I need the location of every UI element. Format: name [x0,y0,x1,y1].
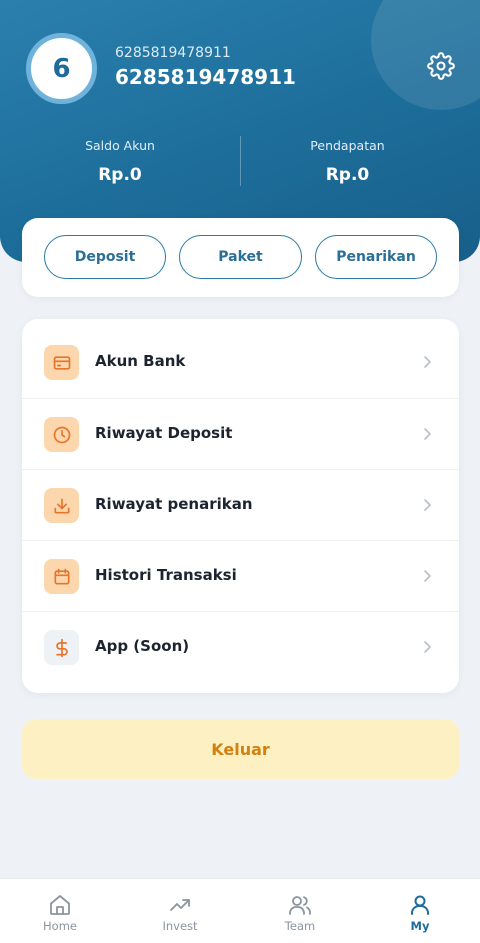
menu-icon-box [44,417,79,452]
users-icon [289,896,311,915]
menu-list: Akun Bank Riwayat Deposit Riwayat penari… [22,319,459,693]
chevron-right-icon [424,428,431,440]
menu-icon-box [44,488,79,523]
chevron-right-icon [424,641,431,653]
tab-invest[interactable]: Invest [120,879,240,943]
menu-item-label: Riwayat Deposit [95,424,233,442]
dollar-icon [55,638,68,657]
logout-button[interactable]: Keluar [22,719,459,779]
calendar-icon [54,568,69,584]
income-label: Pendapatan [310,138,385,153]
menu-icon-box [44,559,79,594]
user-phone-secondary: 6285819478911 [115,45,231,61]
tab-my[interactable]: My [360,879,480,943]
menu-icon-box [44,345,79,380]
menu-item-label: Histori Transaksi [95,566,237,584]
penarikan-button[interactable]: Penarikan [315,235,437,279]
balance-value: Rp.0 [98,165,142,185]
menu-item-label: Riwayat penarikan [95,495,253,513]
avatar[interactable]: 6 [26,33,97,104]
bottom-tab-bar: Home Invest Team My [0,878,480,943]
menu-item-histori-transaksi[interactable]: Histori Transaksi [22,540,459,611]
user-icon [411,895,429,915]
trending-up-icon [170,899,190,911]
credit-card-icon [53,355,70,370]
quick-actions-card: Deposit Paket Penarikan [22,218,459,297]
clock-icon [53,426,70,443]
menu-icon-box [44,630,79,665]
balance-label: Saldo Akun [85,138,155,153]
menu-item-app-soon[interactable]: App (Soon) [22,611,459,682]
menu-item-riwayat-deposit[interactable]: Riwayat Deposit [22,398,459,469]
income-stat: Pendapatan Rp.0 [240,138,455,185]
gear-icon [427,52,455,80]
balance-stat: Saldo Akun Rp.0 [0,138,240,185]
menu-item-akun-bank[interactable]: Akun Bank [22,327,459,398]
download-icon [54,498,69,513]
user-phone-primary: 6285819478911 [115,65,296,89]
home-icon [50,895,70,915]
deposit-button[interactable]: Deposit [44,235,166,279]
tab-label: Invest [162,919,198,933]
paket-button[interactable]: Paket [179,235,302,279]
menu-item-label: Akun Bank [95,352,186,370]
chevron-right-icon [424,356,431,368]
menu-item-riwayat-penarikan[interactable]: Riwayat penarikan [22,469,459,540]
chevron-right-icon [424,570,431,582]
menu-item-label: App (Soon) [95,637,190,655]
tab-team[interactable]: Team [240,879,360,943]
tab-label: Home [43,919,77,933]
tab-home[interactable]: Home [0,879,120,943]
chevron-right-icon [424,499,431,511]
tab-label: Team [284,919,316,933]
income-value: Rp.0 [325,165,370,185]
tab-label: My [410,919,430,933]
settings-button[interactable] [426,51,456,81]
